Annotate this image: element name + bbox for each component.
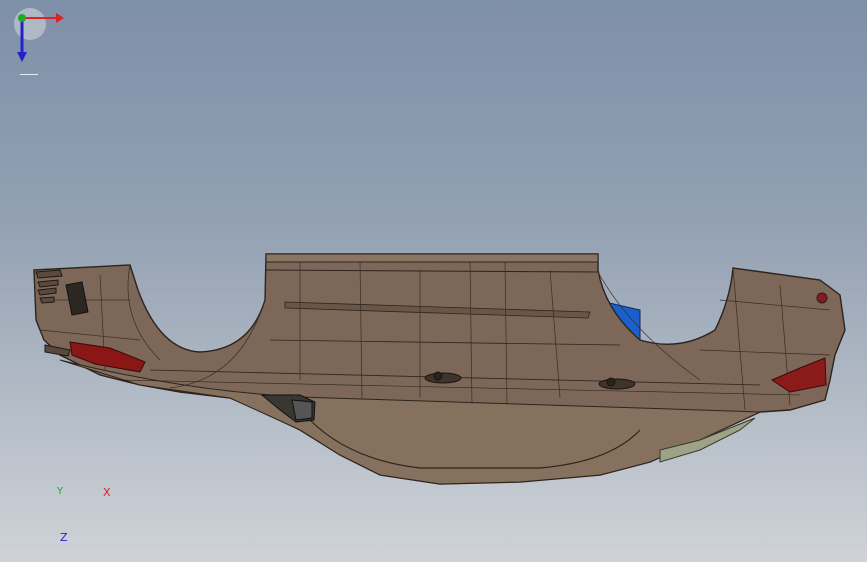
y-axis-label: Y [57, 486, 64, 497]
car-body-model[interactable] [0, 0, 867, 562]
y-axis-dot [18, 14, 26, 22]
coordinate-triad [14, 8, 64, 62]
x-axis-label: X [103, 486, 111, 499]
z-axis-label: Z [60, 531, 68, 544]
graphics-viewport[interactable]: X Y Z [0, 0, 867, 562]
